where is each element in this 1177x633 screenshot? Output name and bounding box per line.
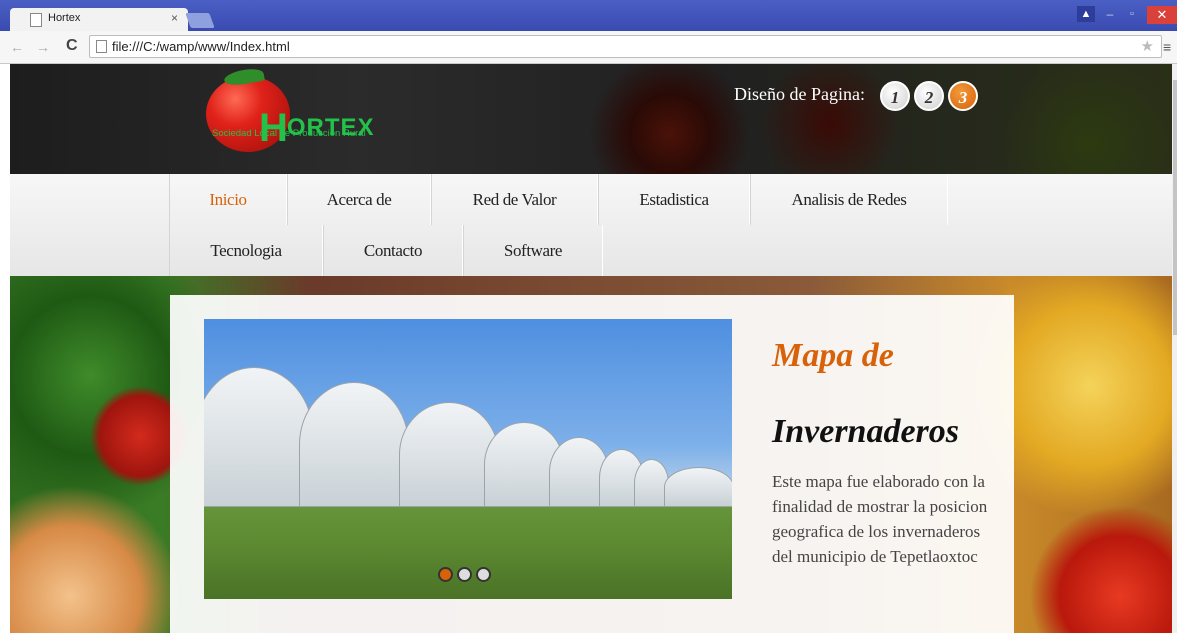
address-bar[interactable]: file:///C:/wamp/www/Index.html ★ [89,35,1162,58]
slide-description: Este mapa fue elaborado con la finalidad… [772,472,988,566]
nav-item-contacto[interactable]: Contacto [323,225,463,276]
nav-item-software[interactable]: Software [463,225,603,276]
browser-tab[interactable]: Hortex × [10,8,188,31]
slide-heading-line1: Mapa de [772,337,894,374]
tab-bar: Hortex × ▲ – ▫ ✕ [0,0,1177,31]
slider-dot-3[interactable] [476,567,491,582]
close-window-icon[interactable]: ✕ [1147,6,1177,24]
nav-item-analisis-de-redes[interactable]: Analisis de Redes [750,174,948,225]
main-nav: Inicio Acerca de Red de Valor Estadistic… [10,174,1172,276]
back-icon[interactable]: ← [10,39,24,55]
design-button-2[interactable]: 2 [914,81,944,111]
page-icon [30,13,42,27]
slider-dot-2[interactable] [457,567,472,582]
design-label: Diseño de Pagina: [734,84,865,104]
browser-toolbar: ← → C file:///C:/wamp/www/Index.html ★ ≡ [0,31,1177,64]
nav-row-2: Tecnologia Contacto Software [169,225,603,276]
nav-item-estadistica[interactable]: Estadistica [598,174,750,225]
design-button-3[interactable]: 3 [948,81,978,111]
scrollbar-thumb[interactable] [1173,80,1177,335]
slide-heading-line2: Invernaderos [772,413,960,450]
minimize-icon[interactable]: – [1102,6,1118,24]
design-button-1[interactable]: 1 [880,81,910,111]
nav-item-inicio[interactable]: Inicio [169,174,287,225]
nav-row-1: Inicio Acerca de Red de Valor Estadistic… [169,174,948,225]
slider-dot-1[interactable] [438,567,453,582]
forward-icon[interactable]: → [36,39,50,55]
logo-subtitle: Sociedad Local de Producción Rural [212,128,366,139]
menu-icon[interactable]: ≡ [1163,39,1171,55]
url-text[interactable]: file:///C:/wamp/www/Index.html [112,39,290,54]
tab-close-icon[interactable]: × [171,11,178,25]
content-area: Mapa de Invernaderos Este mapa fue elabo… [10,276,1172,633]
nav-item-tecnologia[interactable]: Tecnologia [169,225,323,276]
reload-icon[interactable]: C [66,37,78,55]
web-page: HORTEX Sociedad Local de Producción Rura… [10,64,1172,633]
greenhouse-shape [299,382,409,507]
new-tab-button[interactable] [185,13,215,28]
maximize-icon[interactable]: ▫ [1124,6,1140,24]
greenhouse-shape [204,367,314,507]
tab-title: Hortex [48,12,81,24]
page-icon [96,40,107,53]
nav-item-acerca-de[interactable]: Acerca de [287,174,431,225]
greenhouse-slide-image[interactable] [204,319,732,599]
site-header: HORTEX Sociedad Local de Producción Rura… [10,64,1172,174]
featured-panel: Mapa de Invernaderos Este mapa fue elabo… [170,295,1014,633]
greenhouse-shape [664,467,732,507]
bookmark-star-icon[interactable]: ★ [1141,37,1154,55]
user-icon[interactable]: ▲ [1077,6,1095,22]
nav-item-red-de-valor[interactable]: Red de Valor [431,174,598,225]
slider-dots [438,567,491,582]
